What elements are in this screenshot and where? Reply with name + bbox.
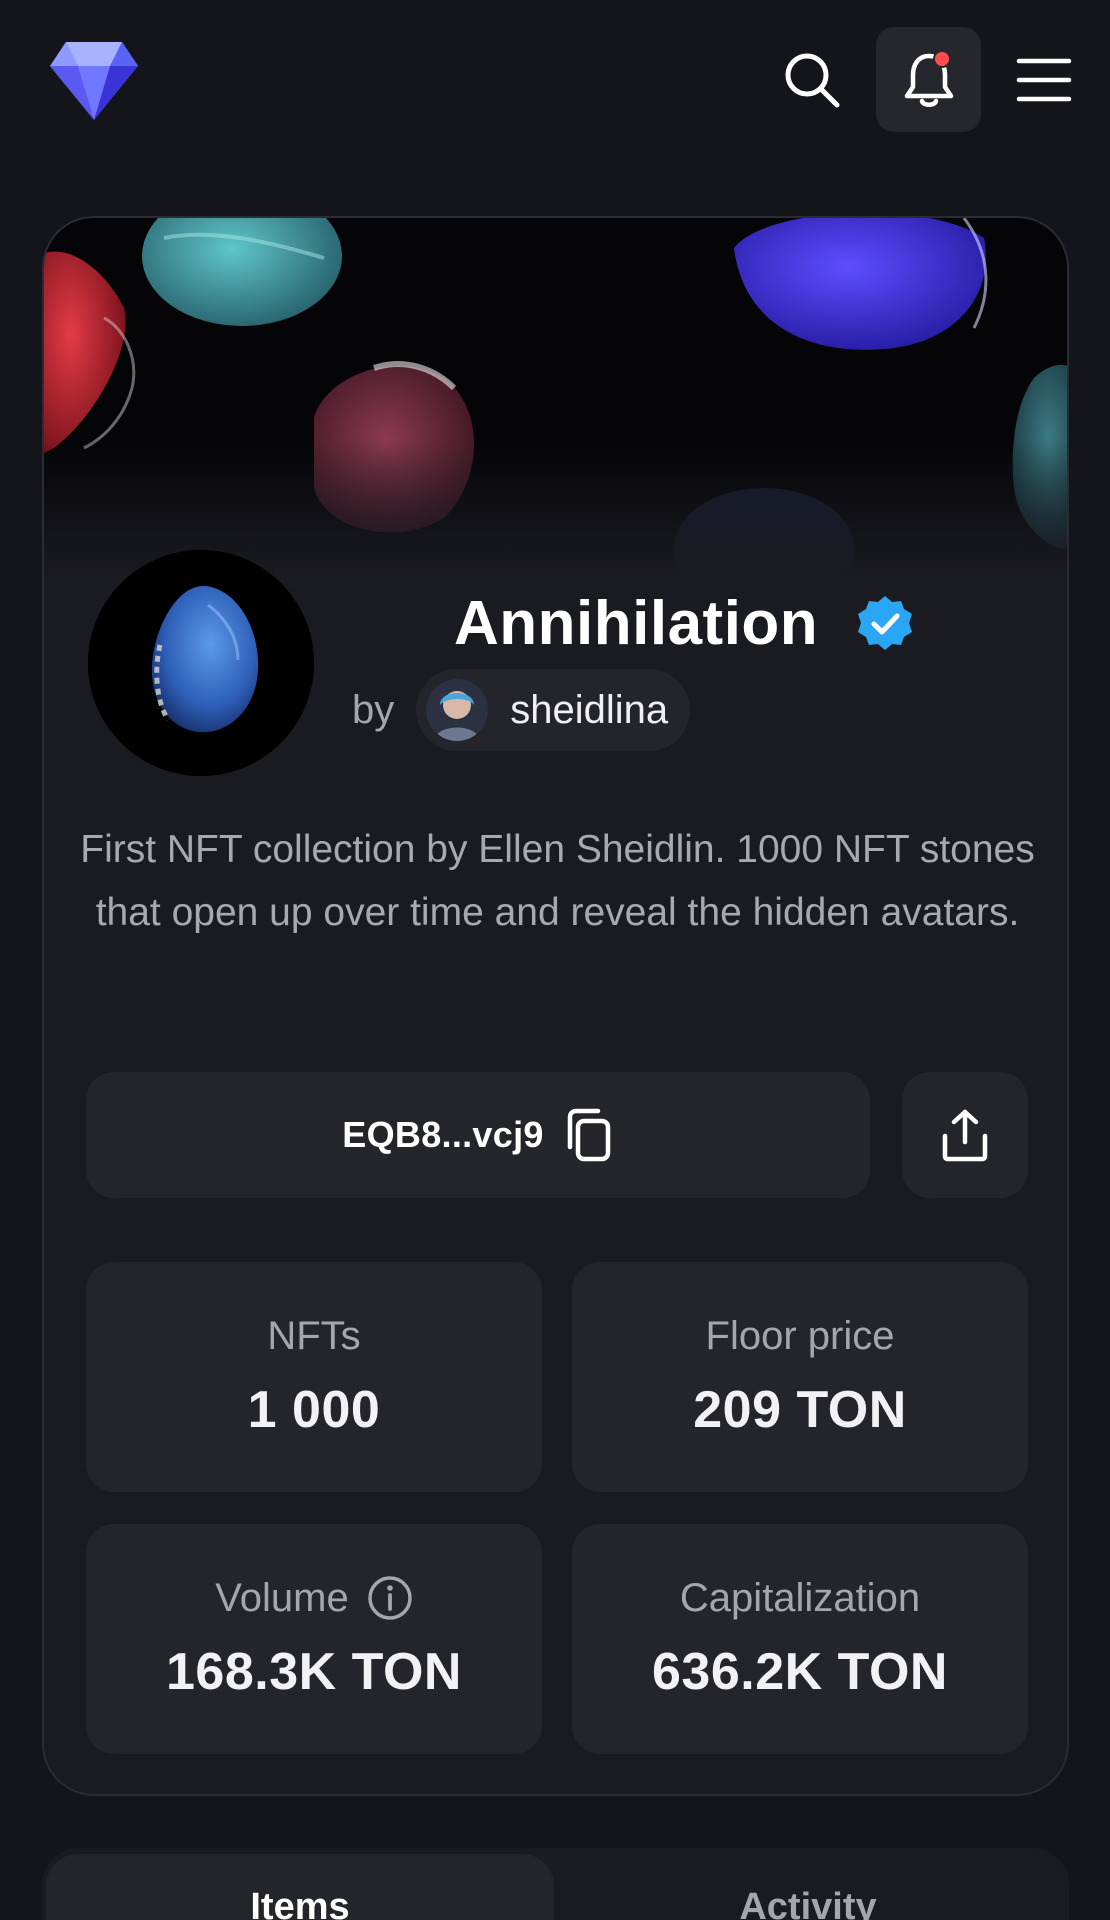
creator-link[interactable]: sheidlina [416, 669, 691, 751]
menu-button[interactable] [1006, 44, 1082, 116]
diamond-logo-icon[interactable] [48, 38, 140, 122]
collection-avatar [88, 550, 314, 776]
collection-title: Annihilation [454, 588, 819, 658]
stat-value: 636.2K TON [652, 1643, 948, 1701]
info-icon[interactable] [367, 1575, 413, 1621]
copy-address-button[interactable]: EQB8...vcj9 [86, 1072, 870, 1198]
top-bar [0, 0, 1110, 160]
search-button[interactable] [776, 44, 848, 116]
creator-avatar [426, 679, 489, 741]
stat-label: Volume [215, 1575, 349, 1620]
collection-description: First NFT collection by Ellen Sheidlin. … [80, 828, 1035, 934]
bell-icon [904, 49, 953, 107]
share-icon [942, 1109, 988, 1162]
stat-label: Floor price [705, 1313, 895, 1358]
contract-address: EQB8...vcj9 [342, 1114, 544, 1155]
collection-card: Annihilation by sheidlina First NFT coll… [42, 216, 1069, 1796]
stat-value: 209 TON [693, 1381, 907, 1439]
tab-items[interactable]: Items [46, 1854, 554, 1920]
stat-value: 168.3K TON [166, 1643, 462, 1701]
hamburger-menu-icon [1016, 58, 1072, 102]
stat-capitalization: Capitalization 636.2K TON [572, 1524, 1028, 1754]
collection-title-row: Annihilation [454, 578, 914, 668]
creator-name: sheidlina [510, 687, 669, 732]
stat-label-row: Volume [215, 1572, 412, 1624]
collection-page: Annihilation by sheidlina First NFT coll… [0, 0, 1110, 1920]
tab-activity[interactable]: Activity [554, 1854, 1062, 1920]
stat-volume: Volume 168.3K TON [86, 1524, 542, 1754]
verified-badge-icon [858, 596, 913, 650]
share-button[interactable] [902, 1072, 1028, 1198]
stat-nfts: NFTs 1 000 [86, 1262, 542, 1492]
stat-value: 1 000 [247, 1381, 381, 1439]
collection-banner [44, 218, 1067, 578]
stat-label: Capitalization [679, 1575, 921, 1620]
notifications-button[interactable] [876, 27, 981, 132]
stat-floor-price: Floor price 209 TON [572, 1262, 1028, 1492]
search-icon [785, 53, 840, 108]
by-label: by [352, 687, 395, 732]
collection-tabs: Items Activity [42, 1848, 1069, 1920]
creator-row: by sheidlina [352, 668, 691, 752]
stat-label: NFTs [267, 1313, 361, 1358]
copy-icon [567, 1108, 610, 1162]
